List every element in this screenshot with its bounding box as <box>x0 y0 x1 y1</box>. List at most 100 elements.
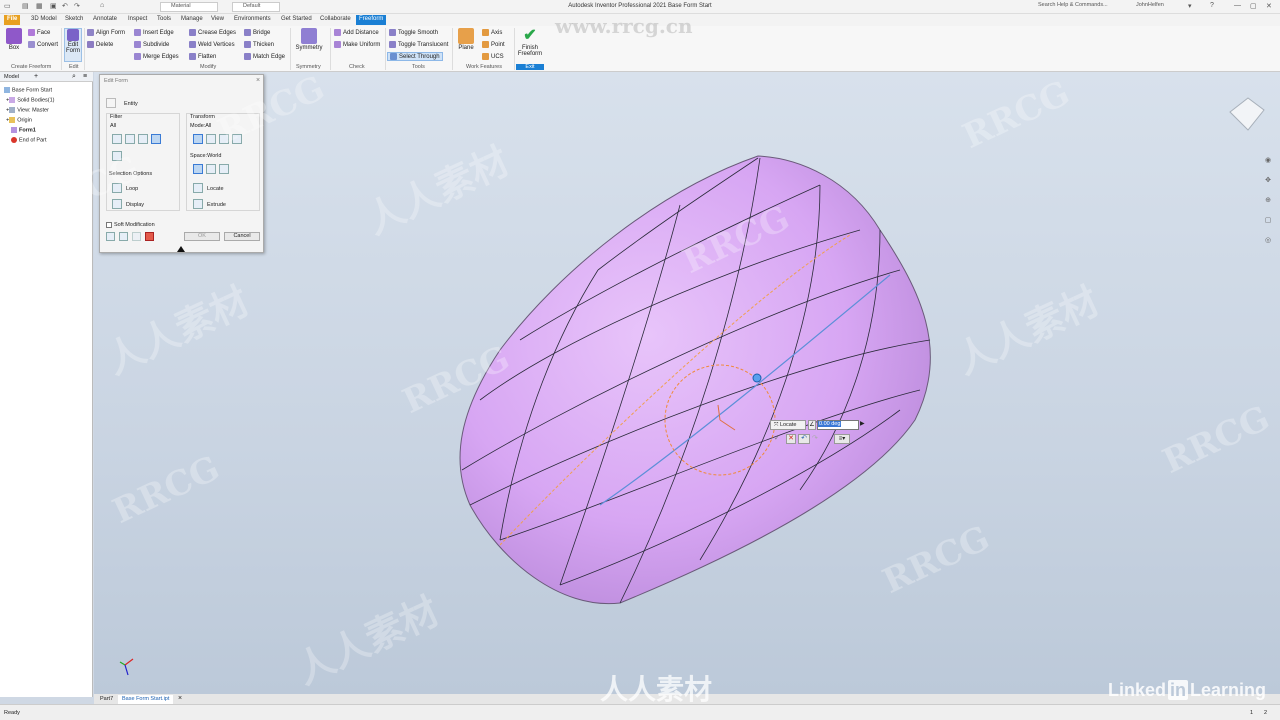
close-icon[interactable]: ✕ <box>1266 2 1272 12</box>
tab-collaborate[interactable]: Collaborate <box>317 15 354 25</box>
loop-icon[interactable] <box>112 183 122 193</box>
mode-scale-icon[interactable] <box>232 134 242 144</box>
options-icon[interactable]: ≡▾ <box>834 434 850 444</box>
maximize-icon[interactable]: ▢ <box>1250 2 1257 12</box>
minimize-icon[interactable]: — <box>1234 2 1241 12</box>
filter-face-icon[interactable] <box>138 134 148 144</box>
insert-edge-button[interactable]: Insert Edge <box>134 29 174 36</box>
undo-icon[interactable]: ↶ <box>798 434 810 444</box>
select-through-button[interactable]: Select Through <box>387 52 443 62</box>
pan-icon[interactable]: ✥ <box>1262 176 1274 186</box>
undo-icon[interactable] <box>119 232 128 241</box>
help-icon[interactable]: ? <box>1210 2 1214 12</box>
tab-file[interactable]: File <box>4 15 21 25</box>
dialog-expand-icon[interactable] <box>177 246 185 252</box>
display-icon[interactable] <box>112 199 122 209</box>
menu-icon[interactable]: ≡ <box>83 73 87 80</box>
ok-button[interactable]: OK <box>184 232 220 241</box>
tab-get-started[interactable]: Get Started <box>278 15 315 25</box>
apply-icon[interactable]: ✓ <box>774 434 784 444</box>
space-world-icon[interactable] <box>193 164 203 174</box>
weld-vertices-button[interactable]: Weld Vertices <box>189 41 235 48</box>
browser-item-view[interactable]: + View: Master <box>6 107 49 113</box>
mode-all-icon[interactable] <box>193 134 203 144</box>
display-button[interactable]: Display <box>126 202 144 208</box>
mode-rotate-icon[interactable] <box>219 134 229 144</box>
angle-input[interactable]: 0.00 deg <box>817 420 859 430</box>
search-icon[interactable]: ⌕ <box>72 73 76 81</box>
browser-item-form1[interactable]: Form1 <box>11 127 36 133</box>
filter-all-icon[interactable] <box>151 134 161 144</box>
make-uniform-button[interactable]: Make Uniform <box>334 41 380 48</box>
tab-freeform[interactable]: Freeform <box>356 15 387 25</box>
add-tab-icon[interactable]: + <box>34 73 38 80</box>
view-cube[interactable] <box>1229 97 1265 131</box>
user-account[interactable]: JohnHelfen <box>1128 2 1164 12</box>
toggle-translucent-button[interactable]: Toggle Translucent <box>389 41 448 48</box>
toggle-smooth-button[interactable]: Toggle Smooth <box>389 29 438 36</box>
delete-button[interactable]: Delete <box>87 41 113 48</box>
locate-dropdown[interactable]: ⤧ Locate <box>770 420 806 430</box>
zoom-icon[interactable]: ⊕ <box>1262 196 1274 206</box>
redo-icon[interactable]: ↷ <box>812 434 822 444</box>
edit-form-button[interactable]: Edit Form <box>64 28 82 62</box>
browser-item-origin[interactable]: + Origin <box>6 117 32 123</box>
cancel-button[interactable]: Cancel <box>224 232 260 241</box>
cancel-icon[interactable]: ✕ <box>786 434 796 444</box>
tab-tools[interactable]: Tools <box>154 15 174 25</box>
finish-freeform-button[interactable]: ✔ Finish Freeform <box>517 28 543 58</box>
space-view-icon[interactable] <box>206 164 216 174</box>
tab-3d-model[interactable]: 3D Model <box>28 15 60 25</box>
thicken-button[interactable]: Thicken <box>244 41 274 48</box>
look-at-icon[interactable]: ▢ <box>1262 216 1274 226</box>
browser-tab-model[interactable]: Model <box>4 74 19 80</box>
orbit-icon[interactable]: ◉ <box>1262 156 1274 166</box>
crease-edges-button[interactable]: Crease Edges <box>189 29 236 36</box>
tab-annotate[interactable]: Annotate <box>90 15 120 25</box>
symmetry-button[interactable]: Symmetry <box>294 28 324 51</box>
play-icon[interactable]: ▶ <box>860 420 866 430</box>
ucs-button[interactable]: UCS <box>482 53 504 60</box>
doc-tab-part7[interactable]: Part7 <box>96 695 117 704</box>
point-button[interactable]: Point <box>482 41 505 48</box>
entity-select-icon[interactable] <box>106 98 116 108</box>
plane-button[interactable]: Plane <box>456 28 476 51</box>
reset-icon[interactable] <box>145 232 154 241</box>
cart-icon[interactable]: ▾ <box>1188 2 1192 12</box>
graphics-viewport[interactable]: ◉ ✥ ⊕ ▢ ◎ <box>94 72 1280 694</box>
tab-manage[interactable]: Manage <box>178 15 206 25</box>
convert-button[interactable]: Convert <box>28 41 58 48</box>
filter-body-icon[interactable] <box>112 151 122 161</box>
bridge-button[interactable]: Bridge <box>244 29 270 36</box>
browser-item-end-of-part[interactable]: End of Part <box>11 137 47 143</box>
face-button[interactable]: Face <box>28 29 50 36</box>
locate-button[interactable]: Locate <box>207 186 224 192</box>
filter-vertex-icon[interactable] <box>112 134 122 144</box>
align-form-button[interactable]: Align Form <box>87 29 125 36</box>
filter-edge-icon[interactable] <box>125 134 135 144</box>
box-button[interactable]: Box <box>4 28 24 51</box>
extrude-icon[interactable] <box>193 199 203 209</box>
subdivide-button[interactable]: Subdivide <box>134 41 169 48</box>
freeform-body[interactable] <box>459 155 931 605</box>
tab-inspect[interactable]: Inspect <box>125 15 150 25</box>
browser-item-part[interactable]: Base Form Start <box>4 87 52 93</box>
doc-tab-base-form-start[interactable]: Base Form Start.ipt <box>118 695 174 704</box>
soft-modification-checkbox[interactable] <box>106 222 112 228</box>
space-local-icon[interactable] <box>219 164 229 174</box>
axis-button[interactable]: Axis <box>482 29 502 36</box>
tab-environments[interactable]: Environments <box>231 15 274 25</box>
tab-sketch[interactable]: Sketch <box>62 15 86 25</box>
help-icon[interactable] <box>106 232 115 241</box>
search-input[interactable]: Search Help & Commands... <box>1030 2 1122 12</box>
match-edge-button[interactable]: Match Edge <box>244 53 285 60</box>
browser-item-solid-bodies[interactable]: + Solid Bodies(1) <box>6 97 55 103</box>
locate-icon[interactable] <box>193 183 203 193</box>
merge-edges-button[interactable]: Merge Edges <box>134 53 179 60</box>
close-icon[interactable]: × <box>256 77 260 84</box>
extrude-button[interactable]: Extrude <box>207 202 226 208</box>
manipulator-handle[interactable] <box>752 373 762 383</box>
add-distance-button[interactable]: Add Distance <box>334 29 379 36</box>
flatten-button[interactable]: Flatten <box>189 53 216 60</box>
tab-view[interactable]: View <box>208 15 227 25</box>
